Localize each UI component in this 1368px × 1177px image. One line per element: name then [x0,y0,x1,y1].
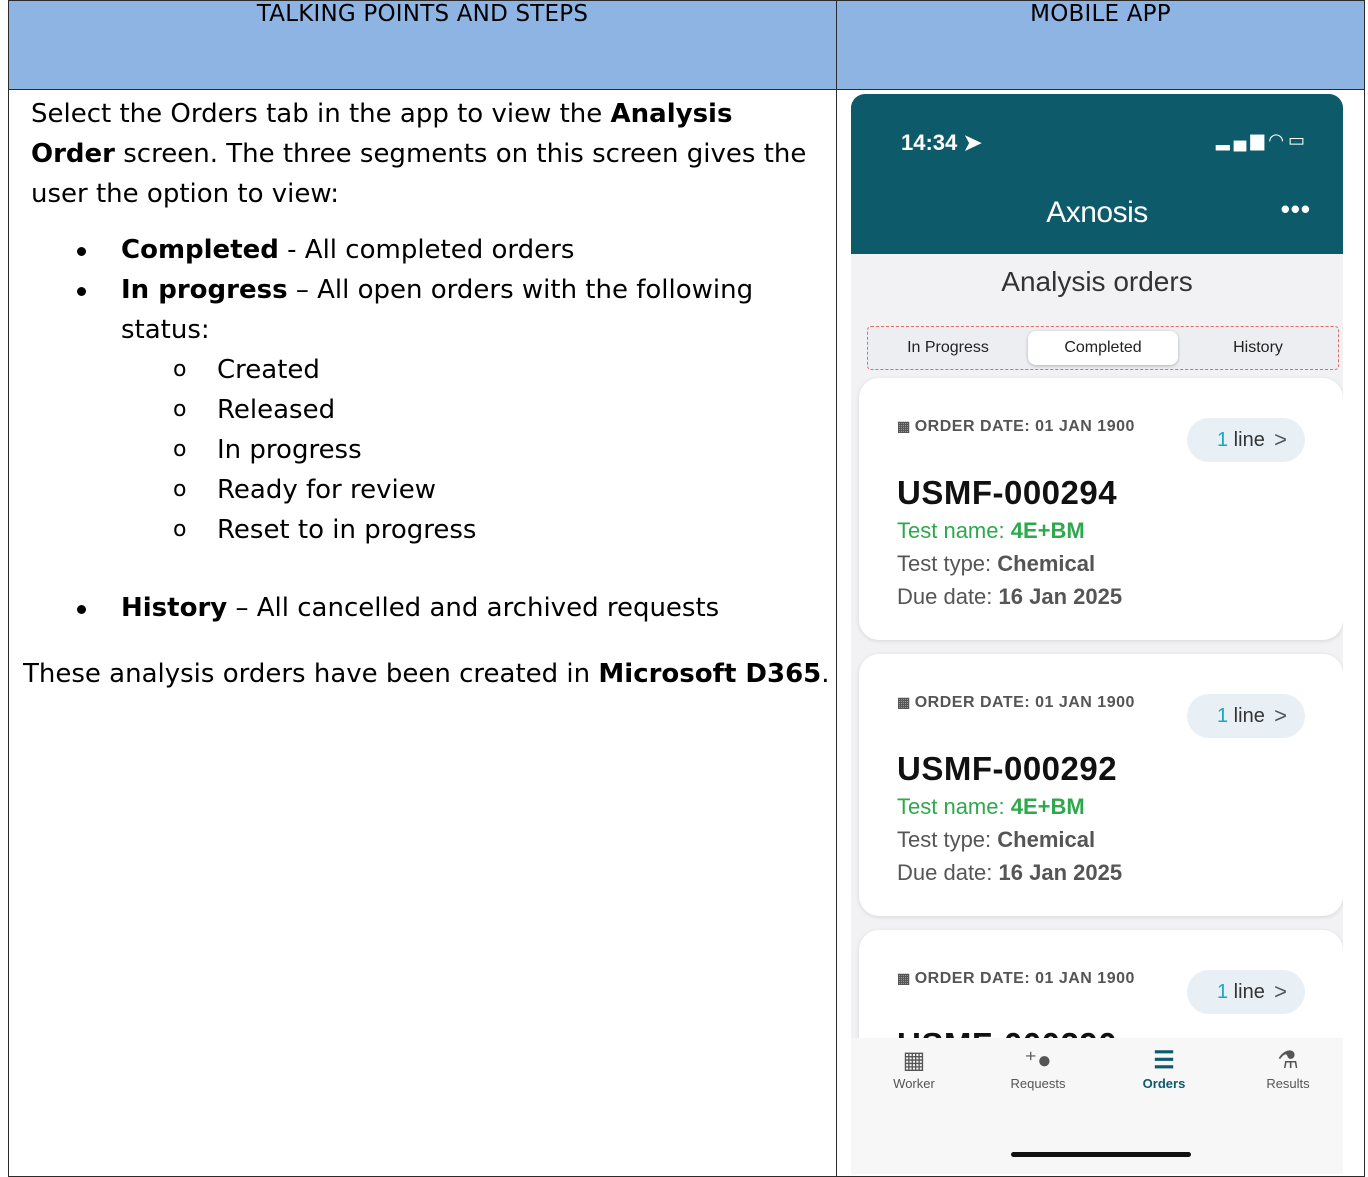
calendar-icon: ▦ [897,694,911,710]
status-item: o Reset to in progress [173,515,477,545]
status-time: 14:34 ➤ [901,130,982,155]
chevron-right-icon: > [1274,703,1287,728]
tab-worker[interactable]: ▦ Worker [869,1046,959,1091]
test-name: Test name: 4E+BM [897,518,1085,543]
header-talking-points: TALKING POINTS AND STEPS [8,0,837,90]
segment-control: In Progress Completed History [867,326,1339,370]
status-item: o Created [173,355,320,385]
screen-title: Analysis orders [1001,266,1193,297]
calendar-icon: ▦ [897,970,911,986]
list-item-in-progress: In progress – All open orders with the f… [9,270,836,588]
bottom-tab-bar: ▦ Worker ⁺● Requests ☰ Orders ⚗ Results [851,1038,1343,1174]
lines-button[interactable]: 1 line > [1187,970,1305,1014]
bullet-icon [77,605,86,614]
status-icons: ▂▄▆◠▭ [1216,130,1309,151]
document-page: TALKING POINTS AND STEPS MOBILE APP Sele… [8,0,1365,1177]
axnosis-logo: Axnosis [1046,196,1148,229]
status-list: o Created o Released o In progress o Ready f… [121,350,816,550]
add-person-icon: ⁺● [1024,1047,1052,1074]
order-date: ▦ ORDER DATE: 01 JAN 1900 [897,418,1135,435]
due-date: Due date: 16 Jan 2025 [897,860,1123,885]
app-header: 14:34 ➤ ▂▄▆◠▭ Axnosis ••• [851,94,1343,254]
chevron-right-icon: > [1274,979,1287,1004]
segment-completed[interactable]: Completed [1028,331,1178,365]
bullet-icon [77,287,86,296]
phone-screenshot: 14:34 ➤ ▂▄▆◠▭ Axnosis ••• Analysis order… [851,94,1343,1174]
tab-orders[interactable]: ☰ Orders [1119,1046,1209,1091]
mobile-app-cell: 14:34 ➤ ▂▄▆◠▭ Axnosis ••• Analysis order… [836,89,1365,1177]
battery-icon: ▭ [1287,130,1309,150]
instruction-table: TALKING POINTS AND STEPS MOBILE APP Sele… [8,0,1365,1177]
list-item-history: History – All cancelled and archived req… [9,588,836,628]
footer-paragraph: These analysis orders have been created … [23,659,830,689]
segment-history[interactable]: History [1184,331,1332,365]
chevron-right-icon: > [1274,427,1287,452]
signal-icon: ▂▄▆ [1215,130,1269,150]
due-date: Due date: 16 Jan 2025 [897,584,1123,609]
wifi-icon: ◠ [1268,130,1288,150]
segment-in-progress[interactable]: In Progress [874,331,1022,365]
test-type: Test type: Chemical [897,551,1096,576]
order-number: USMF-000292 [897,750,1118,787]
lines-button[interactable]: 1 line > [1187,418,1305,462]
bullet-icon [77,247,86,256]
qr-code-icon: ▦ [902,1047,926,1074]
header-mobile-app: MOBILE APP [836,0,1365,90]
home-indicator [1011,1152,1191,1157]
more-menu-icon[interactable]: ••• [1281,194,1311,225]
test-name: Test name: 4E+BM [897,794,1085,819]
flask-icon: ⚗ [1277,1047,1299,1074]
tab-results[interactable]: ⚗ Results [1243,1046,1333,1091]
tab-requests[interactable]: ⁺● Requests [993,1046,1083,1091]
calendar-icon: ▦ [897,418,911,434]
location-arrow-icon: ➤ [963,130,982,155]
order-card[interactable]: ▦ORDER DATE: 01 JAN 1900 1 line> USMF-00… [859,654,1343,916]
order-card[interactable]: ▦ORDER DATE: 01 JAN 1900 1 line> USMF-00… [859,378,1343,640]
talking-points-cell: Select the Orders tab in the app to view… [8,89,837,1177]
intro-paragraph: Select the Orders tab in the app to view… [31,99,807,209]
order-date: ▦ ORDER DATE: 01 JAN 1900 [897,694,1135,711]
list-item-completed: Completed - All completed orders [9,230,836,270]
status-item: o Released [173,395,336,425]
order-date: ▦ ORDER DATE: 01 JAN 1900 [897,970,1135,987]
lines-button[interactable]: 1 line > [1187,694,1305,738]
order-number: USMF-000294 [897,474,1118,511]
status-item: o Ready for review [173,475,436,505]
test-type: Test type: Chemical [897,827,1096,852]
segment-list: Completed - All completed orders In prog… [9,230,836,628]
status-item: o In progress [173,435,362,465]
document-list-icon: ☰ [1153,1047,1175,1074]
